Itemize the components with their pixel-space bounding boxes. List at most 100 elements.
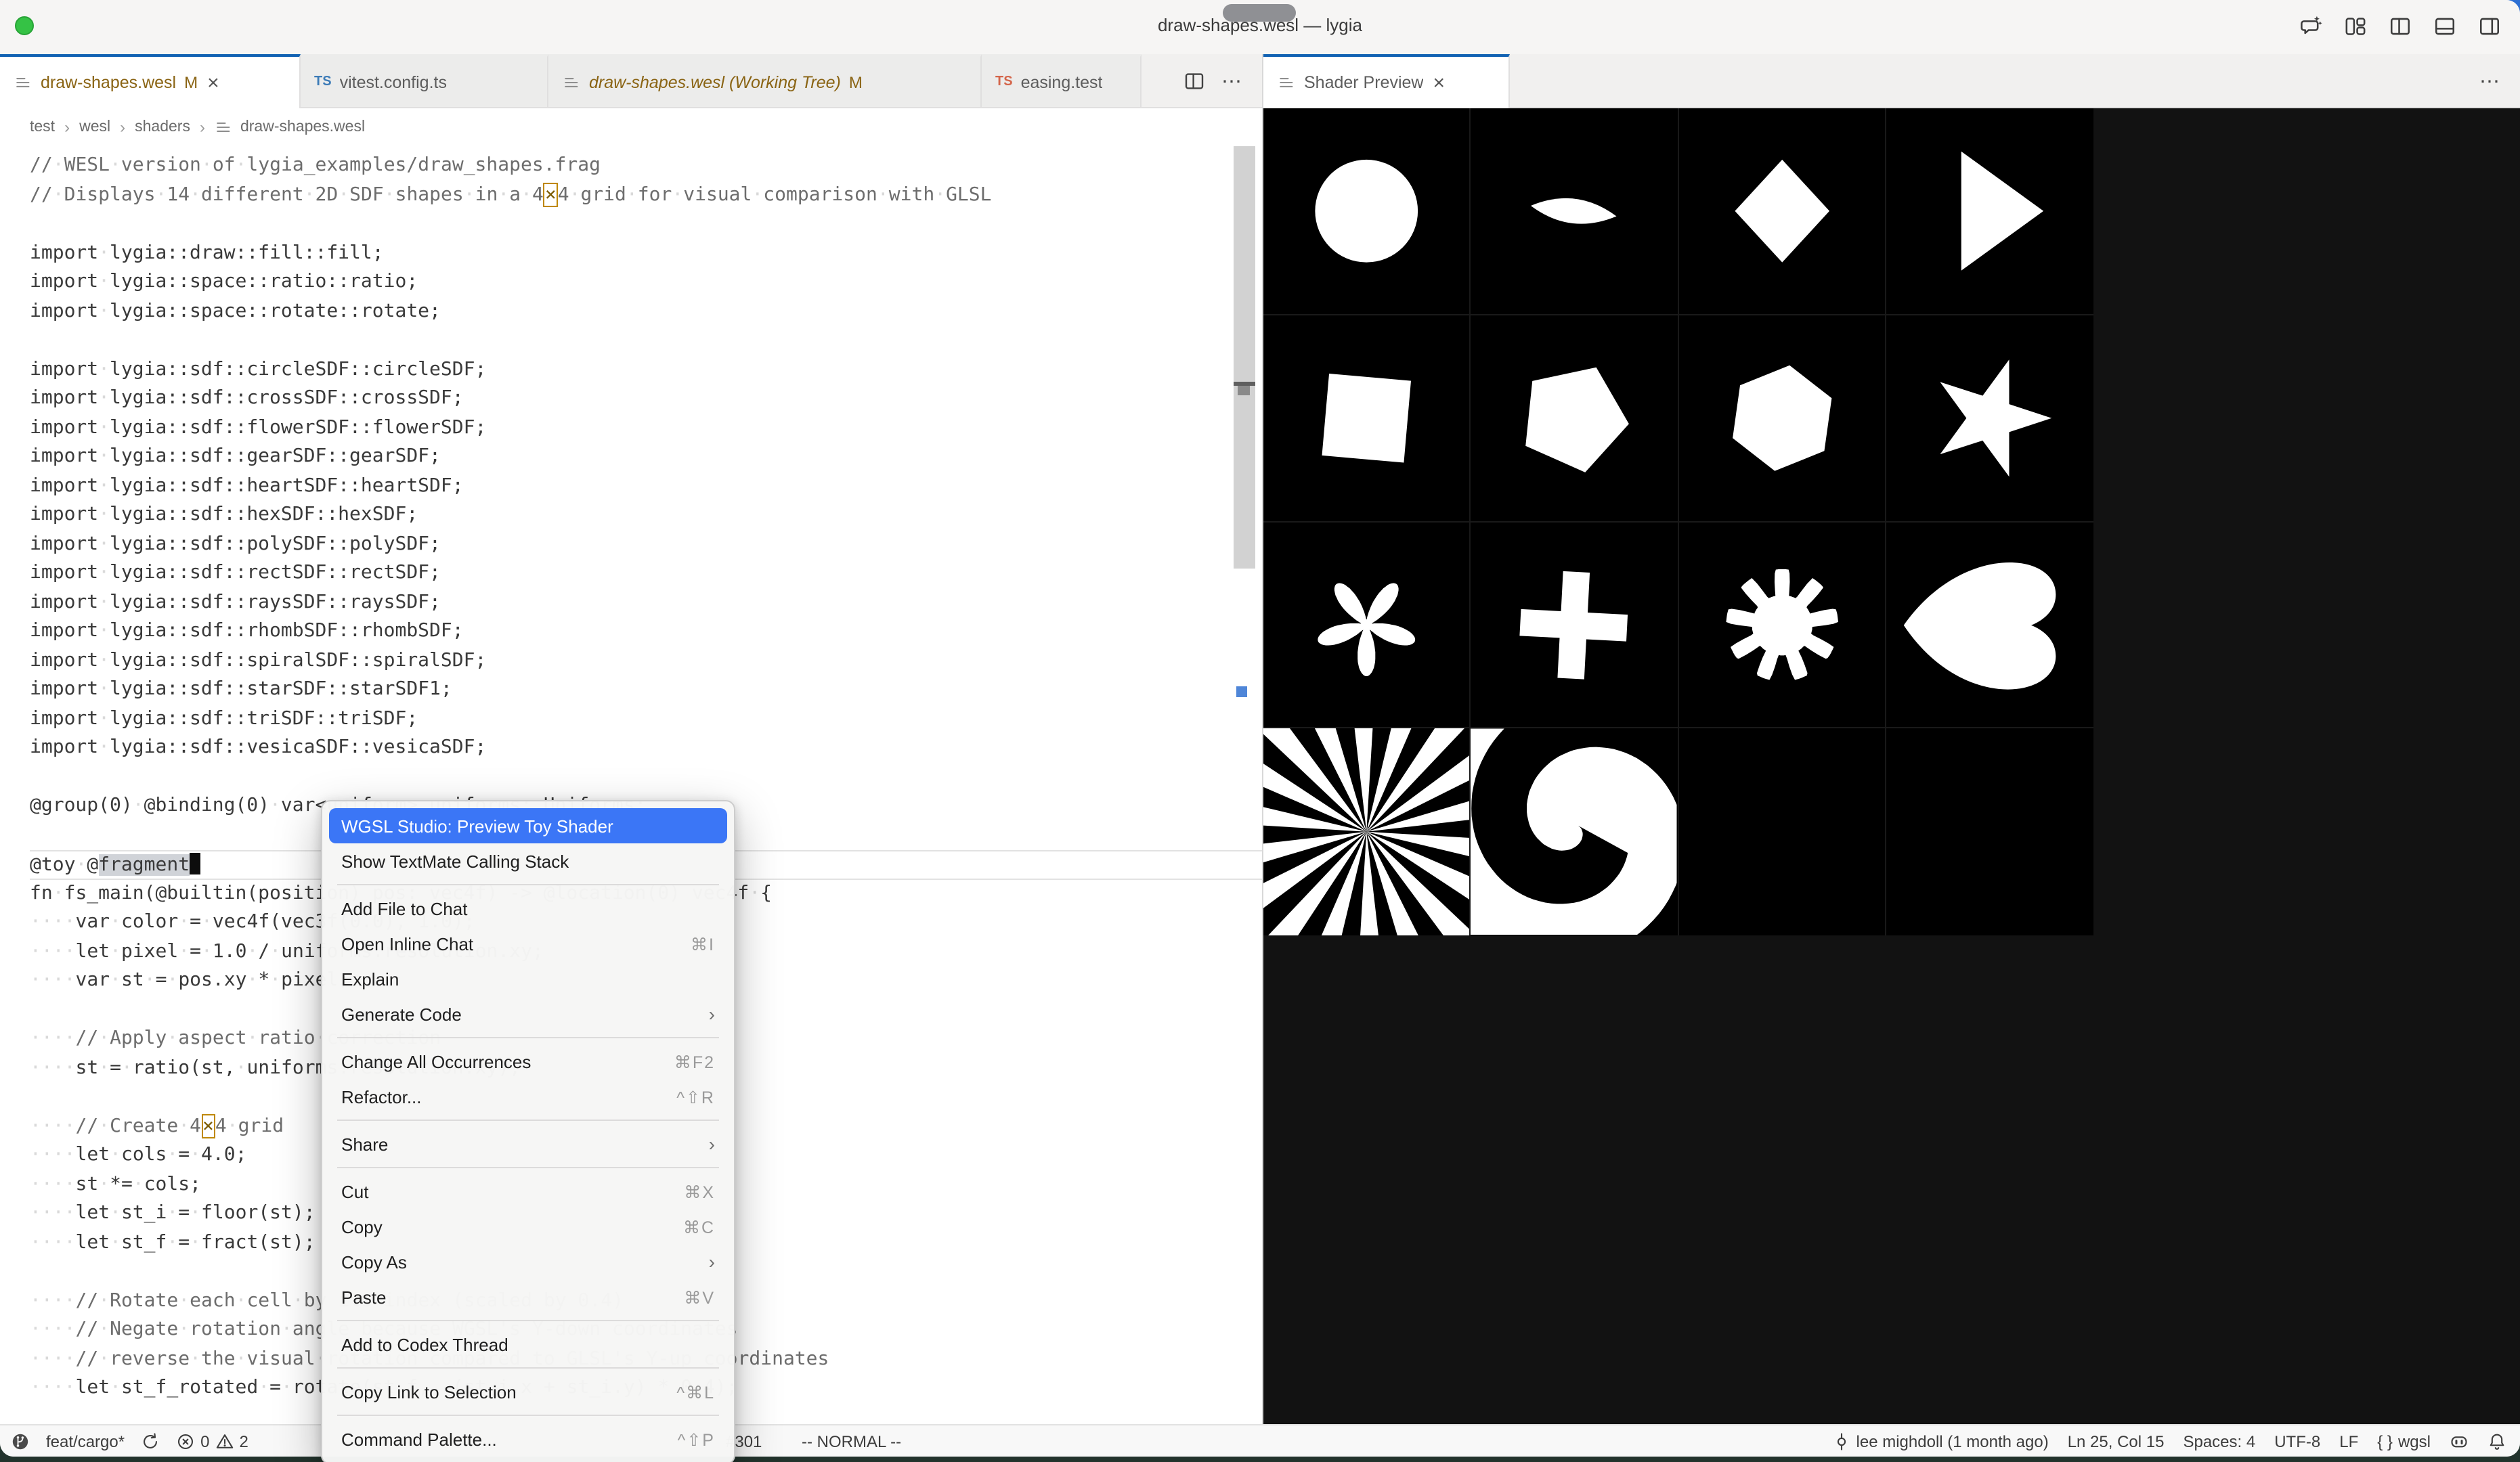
menu-item-share[interactable]: Share ›: [329, 1126, 727, 1161]
git-blame-status[interactable]: lee mighdoll (1 month ago): [1832, 1432, 2049, 1450]
menu-item-show-textmate-calling-stack[interactable]: Show TextMate Calling Stack: [329, 843, 727, 879]
menu-shortcut: ⌘C: [683, 1216, 715, 1237]
chevron-right-icon: ›: [120, 118, 125, 137]
split-editor-icon[interactable]: [2389, 15, 2412, 38]
braces-icon: { }: [2377, 1432, 2393, 1450]
encoding-status[interactable]: UTF-8: [2274, 1432, 2320, 1450]
close-tab-icon[interactable]: ×: [206, 72, 221, 93]
tab-easing-test[interactable]: TSeasing.test: [982, 54, 1142, 107]
git-branch-status[interactable]: feat/cargo*: [46, 1432, 125, 1450]
hexagon-shape: [1678, 315, 1885, 521]
panel-bottom-icon[interactable]: [2433, 15, 2456, 38]
breadcrumb-file[interactable]: draw-shapes.wesl: [215, 118, 365, 137]
code-line-17[interactable]: import·lygia::sdf::rhombSDF::rhombSDF;: [30, 617, 1262, 646]
tab-draw-shapes-wesl-working-tree[interactable]: draw-shapes.wesl (Working Tree)M: [548, 54, 982, 107]
tab-shader-preview[interactable]: Shader Preview×: [1263, 54, 1510, 108]
menu-shortcut: ^⇧R: [676, 1086, 715, 1107]
menu-item-copy-link-to-selection[interactable]: Copy Link to Selection^⌘L: [329, 1374, 727, 1409]
eol-status[interactable]: LF: [2339, 1432, 2358, 1450]
menu-separator: [337, 1415, 719, 1416]
close-tab-icon[interactable]: ×: [1432, 72, 1447, 93]
copilot-chat-icon[interactable]: [2299, 15, 2322, 38]
rays-shape: [1263, 729, 1470, 936]
submenu-chevron-icon: ›: [709, 1003, 715, 1025]
preview-cell-spiral: [1471, 729, 1679, 936]
code-line-11[interactable]: import·lygia::sdf::gearSDF::gearSDF;: [30, 443, 1262, 472]
menu-item-label: Copy As: [341, 1251, 407, 1272]
scrollbar-thumb[interactable]: [1234, 146, 1255, 569]
remote-indicator[interactable]: [11, 1432, 30, 1450]
sync-changes-button[interactable]: [141, 1432, 160, 1450]
code-line-1[interactable]: //·WESL·version·of·lygia_examples/draw_s…: [30, 152, 1262, 181]
cursor-position-status[interactable]: Ln 25, Col 15: [2068, 1432, 2165, 1450]
code-line-18[interactable]: import·lygia::sdf::spiralSDF::spiralSDF;: [30, 646, 1262, 675]
code-line-6[interactable]: import·lygia::space::rotate::rotate;: [30, 297, 1262, 326]
code-line-19[interactable]: import·lygia::sdf::starSDF::starSDF1;: [30, 675, 1262, 705]
split-editor-icon[interactable]: [1183, 70, 1205, 91]
tab-bar-group1: draw-shapes.weslM×TSvitest.config.tsdraw…: [0, 54, 1262, 108]
rhomb-shape: [1678, 108, 1885, 314]
star-shape: [1886, 315, 2094, 521]
code-line-20[interactable]: import·lygia::sdf::triSDF::triSDF;: [30, 705, 1262, 734]
file-list-icon: [562, 72, 581, 91]
menu-item-generate-code[interactable]: Generate Code›: [329, 996, 727, 1032]
code-line-15[interactable]: import·lygia::sdf::rectSDF::rectSDF;: [30, 559, 1262, 588]
notifications-bell-icon[interactable]: [2488, 1432, 2506, 1450]
code-line-2[interactable]: //·Displays·14·different·2D·SDF·shapes·i…: [30, 181, 1262, 210]
code-line-14[interactable]: import·lygia::sdf::polySDF::polySDF;: [30, 530, 1262, 559]
editor-scrollbar[interactable]: [1234, 146, 1255, 1424]
more-actions-icon[interactable]: ⋯: [1221, 68, 1243, 93]
menu-item-label: Share: [341, 1134, 388, 1154]
code-line-21[interactable]: import·lygia::sdf::vesicaSDF::vesicaSDF;: [30, 734, 1262, 763]
menu-item-change-all-occurrences[interactable]: Change All Occurrences⌘F2: [329, 1044, 727, 1079]
code-line-4[interactable]: import·lygia::draw::fill::fill;: [30, 239, 1262, 268]
panel-right-icon[interactable]: [2478, 15, 2501, 38]
menu-item-command-palette[interactable]: Command Palette...^⇧P: [329, 1421, 727, 1457]
menu-item-wgsl-studio-preview-toy-shader[interactable]: WGSL Studio: Preview Toy Shader: [329, 808, 727, 843]
code-line-7[interactable]: [30, 326, 1262, 355]
problems-status[interactable]: 02: [176, 1432, 248, 1450]
code-line-16[interactable]: import·lygia::sdf::raysSDF::raysSDF;: [30, 588, 1262, 617]
submenu-chevron-icon: ›: [709, 1133, 715, 1155]
tab-vitest-config-ts[interactable]: TSvitest.config.ts: [301, 54, 548, 107]
language-status[interactable]: { }wgsl: [2377, 1432, 2431, 1450]
menu-item-copy-as[interactable]: Copy As›: [329, 1244, 727, 1279]
breadcrumb-item-test[interactable]: test: [30, 119, 55, 135]
menu-item-add-file-to-chat[interactable]: Add File to Chat: [329, 891, 727, 926]
code-line-10[interactable]: import·lygia::sdf::flowerSDF::flowerSDF;: [30, 414, 1262, 443]
breadcrumb-item-wesl[interactable]: wesl: [79, 119, 110, 135]
menu-item-label: Refactor...: [341, 1086, 422, 1107]
code-line-22[interactable]: [30, 763, 1262, 792]
more-actions-icon[interactable]: ⋯: [2479, 68, 2501, 93]
menu-separator: [337, 1037, 719, 1038]
menu-item-label: Copy: [341, 1216, 383, 1237]
code-line-5[interactable]: import·lygia::space::ratio::ratio;: [30, 268, 1262, 297]
tab-draw-shapes-wesl[interactable]: draw-shapes.weslM×: [0, 54, 301, 108]
copilot-status-icon[interactable]: [2450, 1432, 2469, 1450]
menu-item-open-inline-chat[interactable]: Open Inline Chat⌘I: [329, 926, 727, 961]
circle-shape: [1263, 108, 1470, 314]
menu-item-label: Show TextMate Calling Stack: [341, 851, 569, 871]
code-line-13[interactable]: import·lygia::sdf::hexSDF::hexSDF;: [30, 501, 1262, 530]
pentagon-shape: [1471, 315, 1678, 521]
flower-shape: [1263, 522, 1470, 728]
customize-layout-icon[interactable]: [2344, 15, 2367, 38]
menu-item-copy[interactable]: Copy ⌘C: [329, 1209, 727, 1244]
code-line-8[interactable]: import·lygia::sdf::circleSDF::circleSDF;: [30, 355, 1262, 384]
chevron-right-icon: ›: [64, 118, 70, 137]
menu-item-explain[interactable]: Explain: [329, 961, 727, 996]
code-line-3[interactable]: [30, 210, 1262, 239]
indentation-status[interactable]: Spaces: 4: [2183, 1432, 2255, 1450]
menu-item-label: Change All Occurrences: [341, 1051, 531, 1071]
preview-cell-flower: [1263, 522, 1471, 729]
tab-label: easing.test: [1021, 72, 1103, 91]
menu-item-refactor[interactable]: Refactor... ^⇧R: [329, 1079, 727, 1114]
code-line-9[interactable]: import·lygia::sdf::crossSDF::crossSDF;: [30, 384, 1262, 414]
menu-item-paste[interactable]: Paste⌘V: [329, 1279, 727, 1314]
menu-item-cut[interactable]: Cut⌘X: [329, 1174, 727, 1209]
preview-cell-rhomb: [1678, 108, 1886, 315]
file-list-icon: [14, 73, 32, 92]
menu-item-add-to-codex-thread[interactable]: Add to Codex Thread: [329, 1327, 727, 1362]
code-line-12[interactable]: import·lygia::sdf::heartSDF::heartSDF;: [30, 472, 1262, 501]
breadcrumb-item-shaders[interactable]: shaders: [135, 119, 190, 135]
